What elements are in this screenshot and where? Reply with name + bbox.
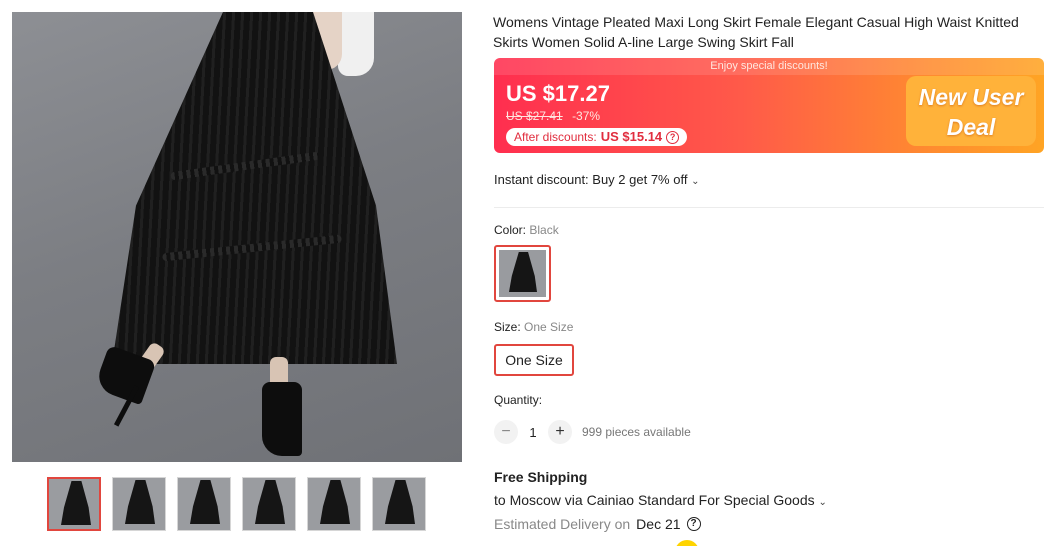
thumbnail-image — [385, 480, 415, 524]
stock-available: 999 pieces available — [582, 425, 691, 439]
model-sleeve — [338, 12, 374, 76]
chevron-down-icon: ⌄ — [691, 176, 700, 187]
product-title: Womens Vintage Pleated Maxi Long Skirt F… — [493, 14, 1019, 50]
quantity-stepper: − 1 + 999 pieces available — [494, 420, 691, 444]
promo-line-2: Deal — [946, 114, 996, 140]
floating-badge-icon[interactable] — [675, 540, 699, 546]
decrease-button[interactable]: − — [494, 420, 518, 444]
new-user-deal-badge[interactable]: New User Deal — [906, 76, 1036, 146]
main-product-image[interactable] — [12, 12, 462, 462]
estimated-date: Dec 21 — [636, 516, 681, 532]
estimated-label: Estimated Delivery on — [494, 516, 631, 532]
thumbnail-6[interactable] — [372, 477, 426, 531]
price-banner: Enjoy special discounts! US $17.27 US $2… — [494, 58, 1044, 153]
boot-right — [262, 382, 302, 456]
size-label-row: Size: One Size — [494, 320, 573, 334]
help-icon[interactable]: ? — [686, 517, 701, 531]
divider — [494, 207, 1044, 208]
swatch-skirt — [509, 252, 537, 292]
thumbnail-image — [125, 480, 155, 524]
color-label-row: Color: Black — [494, 223, 559, 237]
color-swatch-black[interactable] — [494, 245, 551, 302]
instant-discount[interactable]: Instant discount: Buy 2 get 7% off ⌄ — [494, 172, 699, 187]
size-label: Size: — [494, 320, 521, 334]
color-value: Black — [529, 223, 559, 237]
shipping-destination[interactable]: to Moscow via Cainiao Standard For Speci… — [494, 492, 827, 508]
original-price-row: US $27.41 -37% — [506, 109, 600, 123]
thumbnail-4[interactable] — [242, 477, 296, 531]
after-discount-label: After discounts: — [514, 130, 597, 144]
quantity-value[interactable]: 1 — [518, 425, 548, 440]
promo-line-1: New User — [918, 84, 1024, 110]
thumbnail-1[interactable] — [47, 477, 101, 531]
size-option-one-size[interactable]: One Size — [494, 344, 574, 376]
thumbnail-image — [61, 481, 91, 525]
increase-button[interactable]: + — [548, 420, 572, 444]
swatch-image — [499, 250, 546, 297]
current-price: US $17.27 — [506, 81, 610, 106]
boot-heel — [288, 412, 293, 456]
color-label: Color: — [494, 223, 527, 237]
chevron-down-icon: ⌄ — [818, 497, 827, 508]
quantity-label: Quantity: — [494, 393, 543, 407]
shipping-destination-text: to Moscow via Cainiao Standard For Speci… — [494, 492, 815, 508]
thumbnail-3[interactable] — [177, 477, 231, 531]
thumbnail-2[interactable] — [112, 477, 166, 531]
banner-note: Enjoy special discounts! — [494, 58, 1044, 75]
thumbnail-image — [320, 480, 350, 524]
help-icon[interactable]: ? — [666, 130, 680, 144]
discount-percent: -37% — [572, 109, 601, 123]
original-price: US $27.41 — [506, 109, 563, 123]
thumbnail-5[interactable] — [307, 477, 361, 531]
after-discount-pill[interactable]: After discounts: US $15.14 ? — [506, 128, 688, 146]
instant-discount-text: Instant discount: Buy 2 get 7% off — [494, 172, 688, 187]
estimated-delivery: Estimated Delivery on Dec 21 ? — [494, 516, 701, 532]
shipping-title: Free Shipping — [494, 469, 588, 485]
thumbnail-image — [190, 480, 220, 524]
size-value: One Size — [524, 320, 574, 334]
after-discount-amount: US $15.14 — [600, 129, 663, 144]
thumbnail-image — [255, 480, 285, 524]
